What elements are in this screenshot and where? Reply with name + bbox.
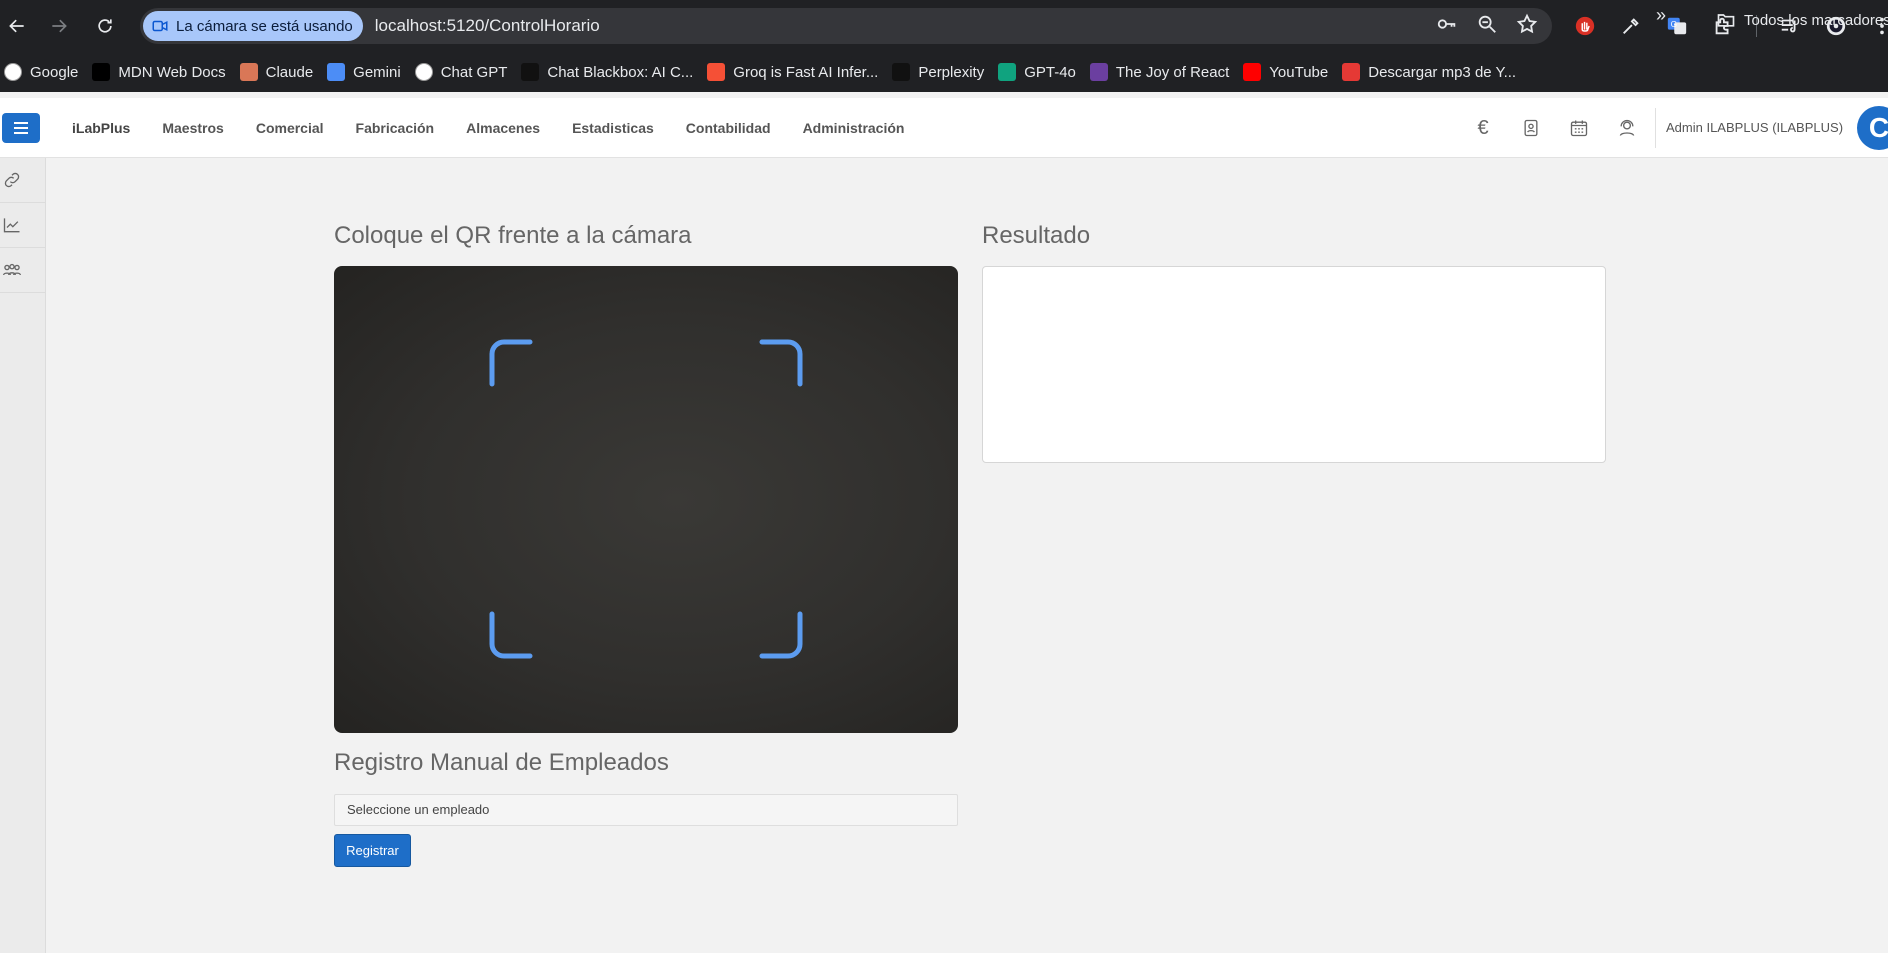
bookmark-item[interactable]: Chat Blackbox: AI C... — [517, 57, 703, 87]
bookmark-item[interactable]: Claude — [236, 57, 324, 87]
back-icon[interactable] — [0, 9, 34, 43]
all-bookmarks-folder[interactable]: Todos los marcadores — [1716, 0, 1888, 40]
bookmark-item[interactable]: Perplexity — [888, 57, 994, 87]
employee-select[interactable]: Seleccione un empleado — [334, 794, 958, 826]
menu-item-almacenes[interactable]: Almacenes — [450, 120, 556, 136]
camera-in-use-chip[interactable]: La cámara se está usando — [143, 11, 363, 41]
sidebar-item-users[interactable] — [0, 248, 46, 293]
zoom-icon[interactable] — [1476, 13, 1498, 40]
menu-item-estadisticas[interactable]: Estadisticas — [556, 120, 670, 136]
support-agent-icon[interactable] — [1614, 115, 1640, 141]
menu-item-administracion[interactable]: Administración — [787, 120, 921, 136]
password-key-icon[interactable] — [1436, 13, 1458, 40]
reload-icon[interactable] — [88, 9, 122, 43]
bookmark-label: Chat GPT — [440, 63, 508, 81]
hamburger-menu-button[interactable] — [2, 113, 40, 143]
bookmark-label: GPT-4o — [1024, 63, 1076, 81]
address-bar[interactable]: La cámara se está usando localhost:5120/… — [140, 8, 1552, 44]
bookmark-label: Gemini — [353, 63, 401, 81]
qr-camera-viewport — [334, 266, 958, 733]
result-panel — [982, 266, 1606, 463]
menu-item-fabricacion[interactable]: Fabricación — [340, 120, 451, 136]
download-icon — [1342, 63, 1361, 81]
calendar-icon[interactable] — [1566, 115, 1592, 141]
blackbox-icon — [521, 63, 540, 81]
user-name[interactable]: Admin ILABPLUS (ILABPLUS) — [1666, 98, 1843, 158]
groq-icon — [707, 63, 726, 81]
bookmark-item[interactable]: Descargar mp3 de Y... — [1338, 57, 1526, 87]
bookmark-label: Chat Blackbox: AI C... — [547, 63, 694, 81]
url-text[interactable]: localhost:5120/ControlHorario — [375, 16, 600, 36]
bookmark-label: Perplexity — [918, 63, 985, 81]
euro-icon[interactable]: € — [1470, 115, 1496, 141]
bookmark-label: The Joy of React — [1115, 63, 1230, 81]
perplexity-icon — [892, 63, 911, 81]
qr-scan-frame-icon — [489, 339, 803, 659]
gemini-icon — [327, 63, 346, 81]
eyedropper-icon[interactable] — [1618, 13, 1644, 39]
stop-hand-extension-icon[interactable] — [1572, 13, 1598, 39]
all-bookmarks-label: Todos los marcadores — [1744, 11, 1888, 29]
users-group-icon — [3, 263, 21, 276]
browser-toolbar: La cámara se está usando localhost:5120/… — [0, 0, 1888, 52]
video-camera-icon — [152, 20, 168, 32]
avatar[interactable]: C — [1857, 106, 1888, 150]
link-icon — [4, 172, 20, 188]
menu-item-ilabplus[interactable]: iLabPlus — [56, 120, 146, 136]
main-menu: iLabPlus Maestros Comercial Fabricación … — [56, 98, 920, 158]
menu-item-maestros[interactable]: Maestros — [146, 120, 239, 136]
more-bookmarks-icon[interactable]: » — [1656, 5, 1666, 26]
register-button[interactable]: Registrar — [334, 834, 411, 867]
bookmark-item[interactable]: Chat GPT — [411, 57, 518, 87]
bookmark-label: Groq is Fast AI Infer... — [733, 63, 879, 81]
gpt4o-icon — [998, 63, 1017, 81]
trend-chart-icon — [3, 218, 20, 233]
svg-text:G: G — [1671, 20, 1677, 29]
bookmark-item[interactable]: YouTube — [1239, 57, 1338, 87]
result-section-title: Resultado — [982, 222, 1091, 249]
bookmark-item[interactable]: MDN Web Docs — [88, 57, 235, 87]
contact-card-icon[interactable] — [1518, 115, 1544, 141]
bookmarks-bar: Google MDN Web Docs Claude Gemini Chat GPT Ch… — [0, 52, 1888, 92]
camera-chip-label: La cámara se está usando — [176, 17, 353, 35]
translate-icon[interactable]: G — [1664, 13, 1690, 39]
bookmark-item[interactable]: GPT-4o — [994, 57, 1086, 87]
mdn-icon — [92, 63, 111, 81]
bookmark-item[interactable]: The Joy of React — [1086, 57, 1239, 87]
camera-section-title: Coloque el QR frente a la cámara — [334, 222, 692, 249]
menu-item-contabilidad[interactable]: Contabilidad — [670, 120, 787, 136]
bookmark-item[interactable]: Groq is Fast AI Infer... — [703, 57, 888, 87]
bookmark-item[interactable]: Gemini — [323, 57, 411, 87]
bookmark-item[interactable]: Google — [0, 57, 88, 87]
chatgpt-icon — [414, 63, 433, 81]
header-separator — [1655, 108, 1656, 148]
hamburger-icon — [14, 127, 28, 129]
claude-icon — [239, 63, 258, 81]
youtube-icon — [1243, 63, 1262, 81]
menu-item-comercial[interactable]: Comercial — [240, 120, 340, 136]
bookmark-label: Descargar mp3 de Y... — [1368, 63, 1517, 81]
left-sidebar — [0, 158, 46, 953]
google-icon — [4, 63, 22, 81]
folder-icon — [1717, 14, 1735, 27]
sidebar-item-stats[interactable] — [0, 203, 46, 248]
sidebar-item-links[interactable] — [0, 158, 46, 203]
joy-react-icon — [1089, 63, 1108, 81]
bookmark-label: Google — [30, 63, 79, 81]
bookmark-star-icon[interactable] — [1516, 13, 1538, 40]
bookmark-label: Claude — [265, 63, 314, 81]
forward-icon[interactable] — [42, 9, 76, 43]
app-header: iLabPlus Maestros Comercial Fabricación … — [0, 98, 1888, 158]
bookmark-label: YouTube — [1269, 63, 1329, 81]
manual-registration-title: Registro Manual de Empleados — [334, 749, 669, 776]
bookmark-label: MDN Web Docs — [118, 63, 226, 81]
